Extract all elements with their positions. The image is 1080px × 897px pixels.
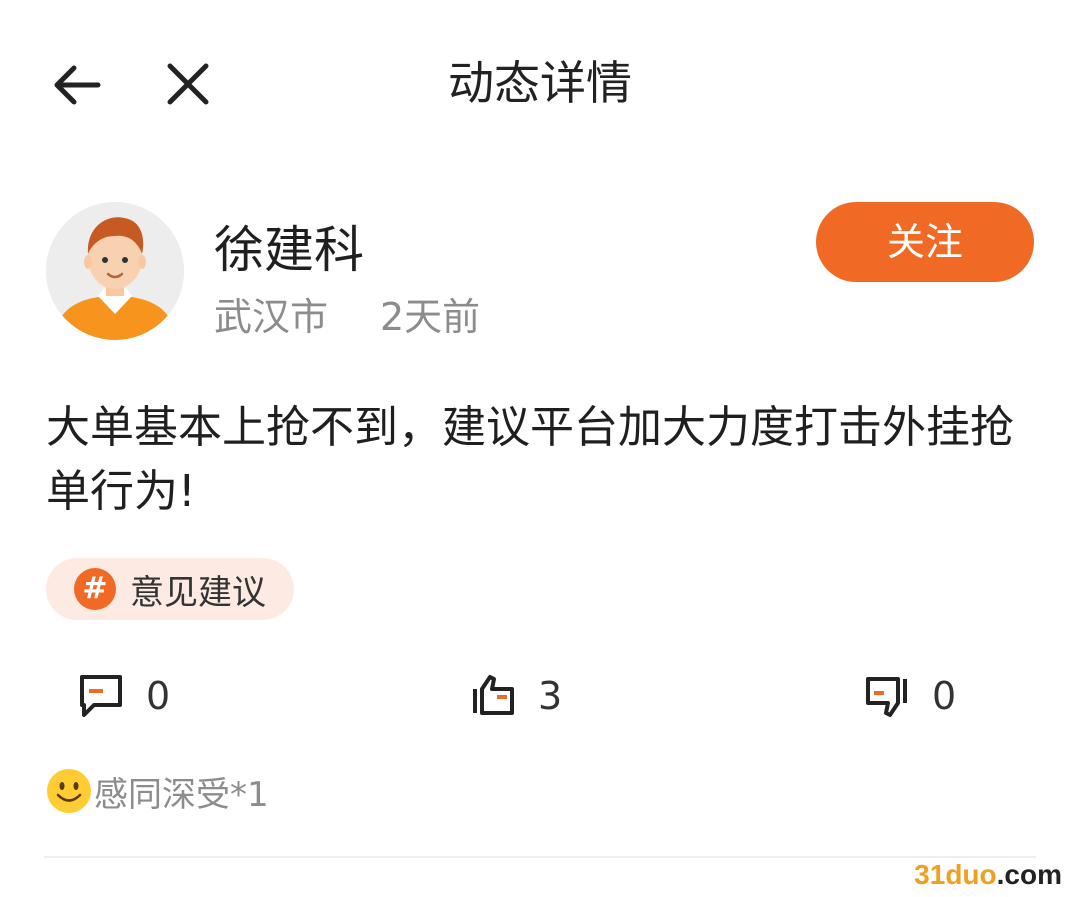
author-name[interactable]: 徐建科 [214,218,364,282]
watermark-part2: .com [996,859,1062,890]
comment-icon [80,675,122,717]
page-title: 动态详情 [448,56,632,110]
like-button[interactable]: 3 [470,668,562,724]
watermark: 31duo.com [914,858,1062,892]
avatar-illustration [46,202,184,340]
post-time: 2天前 [380,295,481,339]
dislike-button[interactable]: 0 [864,668,956,724]
author-location: 武汉市 [214,295,329,339]
watermark-part1: 31duo [914,859,997,890]
reaction-summary[interactable]: 感同深受*1 [46,766,269,816]
follow-button[interactable]: 关注 [816,202,1034,282]
topic-tag[interactable]: # 意见建议 [46,558,294,620]
hashtag-icon: # [74,568,116,610]
thumbs-up-icon [473,675,514,715]
reaction-text: 感同深受*1 [94,774,269,815]
like-count: 3 [538,674,563,718]
post-content: 大单基本上抢不到，建议平台加大力度打击外挂抢单行为! [46,402,1014,517]
thumbs-down-icon [866,677,907,717]
comment-count: 0 [146,674,171,718]
divider [44,856,1036,858]
dislike-count: 0 [932,674,957,718]
comment-button[interactable]: 0 [78,668,170,724]
avatar[interactable] [46,202,184,340]
smile-emoji-icon [47,769,91,813]
topic-label: 意见建议 [130,572,266,613]
